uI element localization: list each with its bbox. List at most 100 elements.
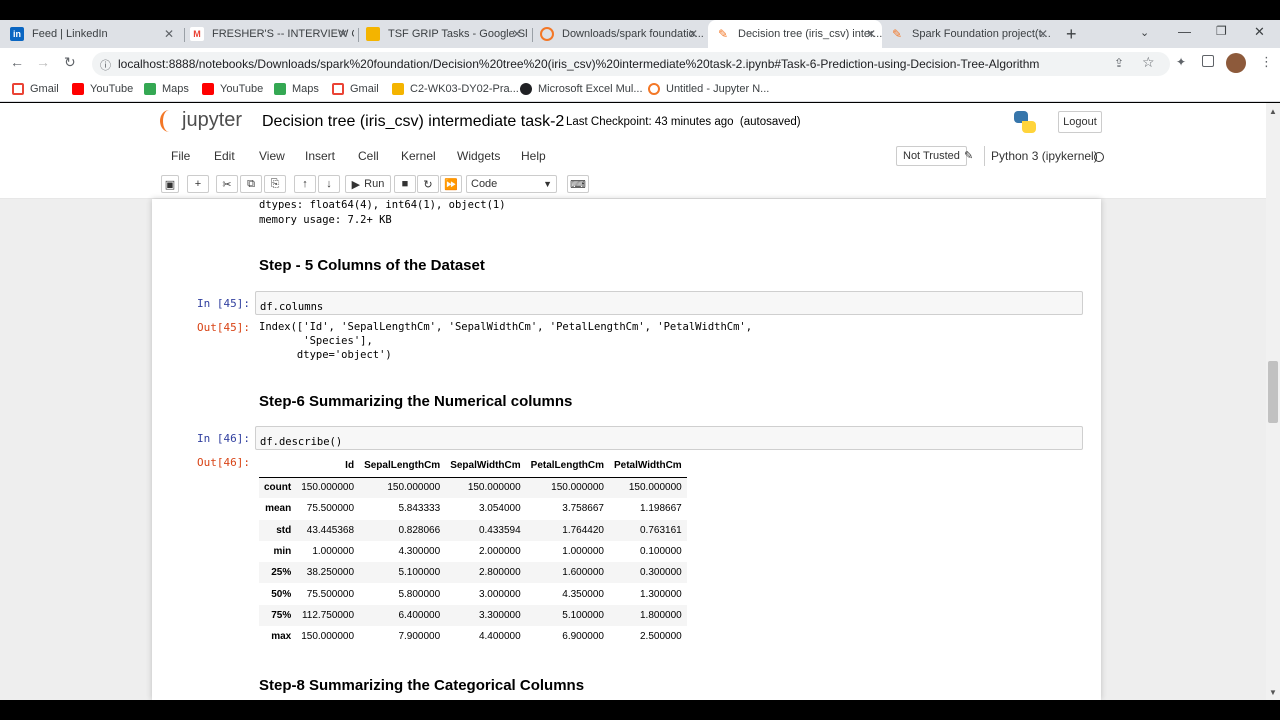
forward-arrow-icon[interactable]: → [36,54,50,70]
menu-view[interactable]: View [259,149,285,163]
menu-edit[interactable]: Edit [214,149,235,163]
scroll-up-icon[interactable]: ▲ [1269,107,1277,116]
code-cell-input[interactable]: df.describe() [255,426,1083,450]
browser-toolbar: ← → ↻ ⓘ localhost:8888/notebooks/Downloa… [0,48,1280,80]
notebook-icon: ✎ [717,27,729,41]
columns-output-line: 'Species'], [259,335,373,347]
tab-spark-project[interactable]: ✎ Spark Foundation project(t... ✕ [890,20,1054,48]
bookmark-excel[interactable]: Microsoft Excel Mul... [520,83,643,95]
table-cell: 0.100000 [639,546,682,558]
bookmark-star-icon[interactable]: ☆ [1142,54,1155,71]
notebook-title[interactable]: Decision tree (iris_csv) intermediate ta… [262,113,564,131]
scrollbar-thumb[interactable] [1268,361,1278,423]
paste-button[interactable]: ⎘ [264,175,286,193]
cell-type-select[interactable]: Code ▼ [466,175,557,193]
column-header: Id [296,455,360,478]
menu-kernel[interactable]: Kernel [401,149,436,163]
back-arrow-icon[interactable]: ← [10,54,24,70]
bookmark-gmail[interactable]: Gmail [12,83,59,95]
sidebar-icon[interactable] [1202,55,1214,67]
table-cell: 0.828066 [398,524,441,536]
tab-google-slides[interactable]: TSF GRIP Tasks - Google Sli... ✕ [366,20,528,48]
output-prompt: Out[46]: [197,456,250,469]
tab-downloads[interactable]: Downloads/spark foundatio... ✕ [540,20,704,48]
copy-button[interactable]: ⧉ [240,175,262,193]
menu-widgets[interactable]: Widgets [457,149,500,163]
arrow-up-icon: ↑ [302,178,308,190]
tab-search-icon[interactable]: ⌄ [1140,26,1149,39]
bookmark-maps-2[interactable]: Maps [274,83,319,95]
table-cell: 1.800000 [639,609,682,621]
row-index: max [271,631,292,643]
code-cell-input[interactable]: df.columns [255,291,1083,315]
restart-run-all-button[interactable]: ⏩ [440,175,462,193]
page-scrollbar[interactable]: ▲ ▼ [1266,103,1280,700]
restore-button[interactable]: ❐ [1216,24,1227,38]
not-trusted-button[interactable]: Not Trusted [896,146,967,166]
move-down-button[interactable]: ↓ [318,175,340,193]
cut-button[interactable]: ✂ [216,175,238,193]
columns-output-line: dtype='object') [259,349,392,361]
close-icon[interactable]: ✕ [1036,27,1050,41]
pencil-icon[interactable]: ✎ [964,149,973,162]
table-cell: 75.500000 [306,588,355,600]
table-cell: 4.300000 [398,546,441,558]
tab-decision-tree[interactable]: ✎ Decision tree (iris_csv) inter... ✕ [708,20,882,48]
close-window-button[interactable]: ✕ [1254,24,1265,40]
close-icon[interactable]: ✕ [162,27,176,41]
info-output-line: dtypes: float64(4), int64(1), object(1) [259,199,506,211]
close-icon[interactable]: ✕ [686,27,700,41]
insert-cell-button[interactable]: + [187,175,209,193]
bookmark-gmail-2[interactable]: Gmail [332,83,379,95]
address-bar[interactable]: ⓘ localhost:8888/notebooks/Downloads/spa… [92,52,1170,76]
menu-dots-icon[interactable]: ⋮ [1260,54,1273,70]
output-prompt: Out[45]: [197,321,250,334]
move-up-button[interactable]: ↑ [294,175,316,193]
scroll-down-icon[interactable]: ▼ [1269,688,1277,697]
run-button[interactable]: ▶ Run [345,175,391,193]
bookmark-maps[interactable]: Maps [144,83,189,95]
menu-help[interactable]: Help [521,149,546,163]
bookmark-youtube-2[interactable]: YouTube [202,83,263,95]
menu-file[interactable]: File [171,149,190,163]
bookmark-c2-wk03[interactable]: C2-WK03-DY02-Pra... [392,83,519,95]
new-tab-button[interactable]: + [1066,24,1077,45]
table-cell: 150.000000 [301,631,355,643]
jupyter-page: jupyter Decision tree (iris_csv) interme… [0,103,1280,700]
tab-linkedin[interactable]: in Feed | LinkedIn ✕ [10,20,180,48]
reload-icon[interactable]: ↻ [64,54,76,71]
interrupt-button[interactable]: ■ [394,175,416,193]
gmail-icon [332,83,344,95]
youtube-icon [72,83,84,95]
close-icon[interactable]: ✕ [336,27,350,41]
bookmark-youtube[interactable]: YouTube [72,83,133,95]
menu-insert[interactable]: Insert [305,149,335,163]
avatar[interactable] [1226,53,1246,73]
course-icon [520,83,532,95]
bottom-letterbox [0,700,1280,720]
menu-cell[interactable]: Cell [358,149,379,163]
logout-button[interactable]: Logout [1058,111,1102,133]
extensions-icon[interactable]: ✦ [1176,55,1186,69]
tab-gmail-interview[interactable]: M FRESHER'S -- INTERVIEW C... ✕ [190,20,354,48]
heading-step-8: Step-8 Summarizing the Categorical Colum… [259,677,585,694]
keyboard-icon: ⌨ [570,178,586,191]
url-text: localhost:8888/notebooks/Downloads/spark… [118,57,1040,71]
restart-button[interactable]: ↻ [417,175,439,193]
jupyter-logo[interactable]: jupyter [160,109,242,132]
play-icon: ▶ [351,178,361,191]
table-cell: 1.000000 [312,546,355,558]
close-icon[interactable]: ✕ [510,27,524,41]
close-icon[interactable]: ✕ [864,27,878,41]
bookmark-jupyter[interactable]: Untitled - Jupyter N... [648,83,769,95]
kernel-indicator[interactable]: Python 3 (ipykernel) [984,146,1098,166]
save-button[interactable]: ▣ [161,175,179,193]
share-icon[interactable]: ⇪ [1114,56,1124,70]
info-icon: ⓘ [100,60,111,72]
table-cell: 3.758667 [562,503,604,515]
command-palette-button[interactable]: ⌨ [567,175,589,193]
minimize-button[interactable]: — [1178,24,1191,39]
table-row: min 1.000000 4.300000 2.000000 1.000000 0.100… [259,541,687,562]
tab-separator [358,28,359,42]
table-cell: 5.800000 [398,588,441,600]
